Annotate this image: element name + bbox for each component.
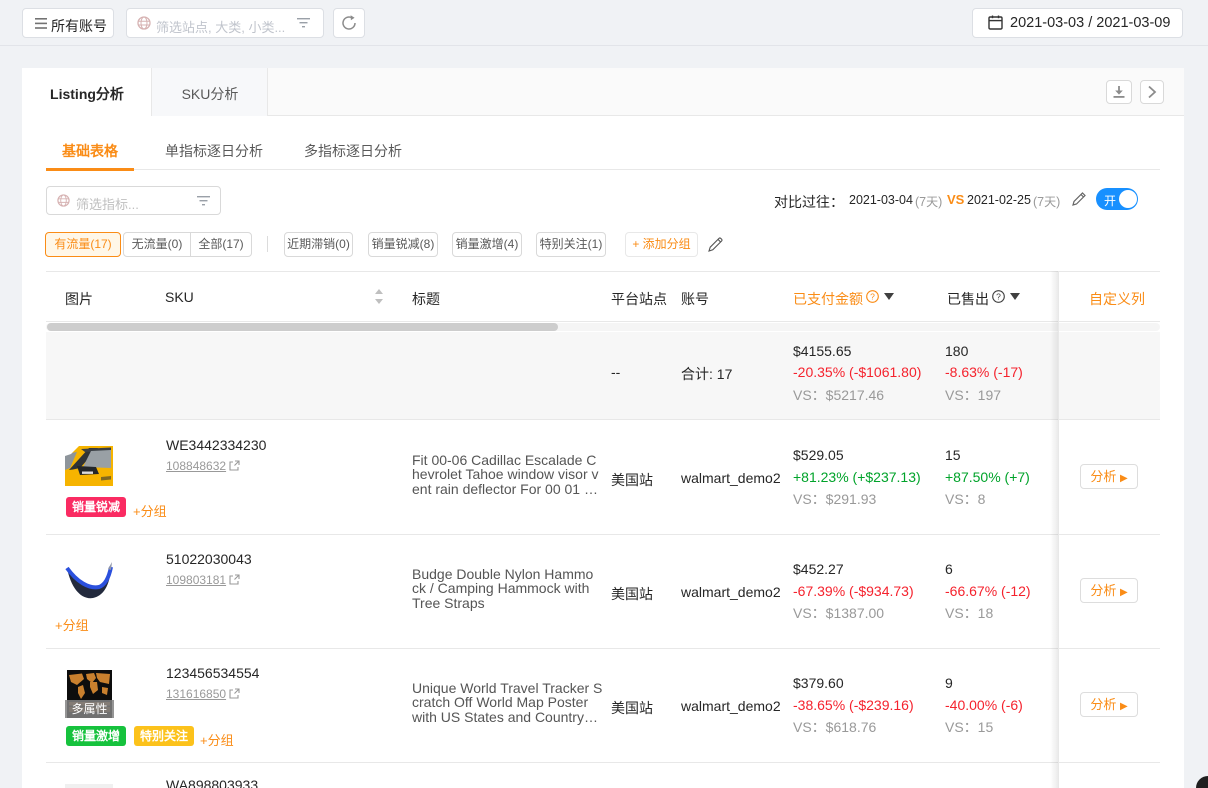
svg-text:?: ?: [870, 291, 875, 301]
svg-text:?: ?: [996, 291, 1001, 301]
